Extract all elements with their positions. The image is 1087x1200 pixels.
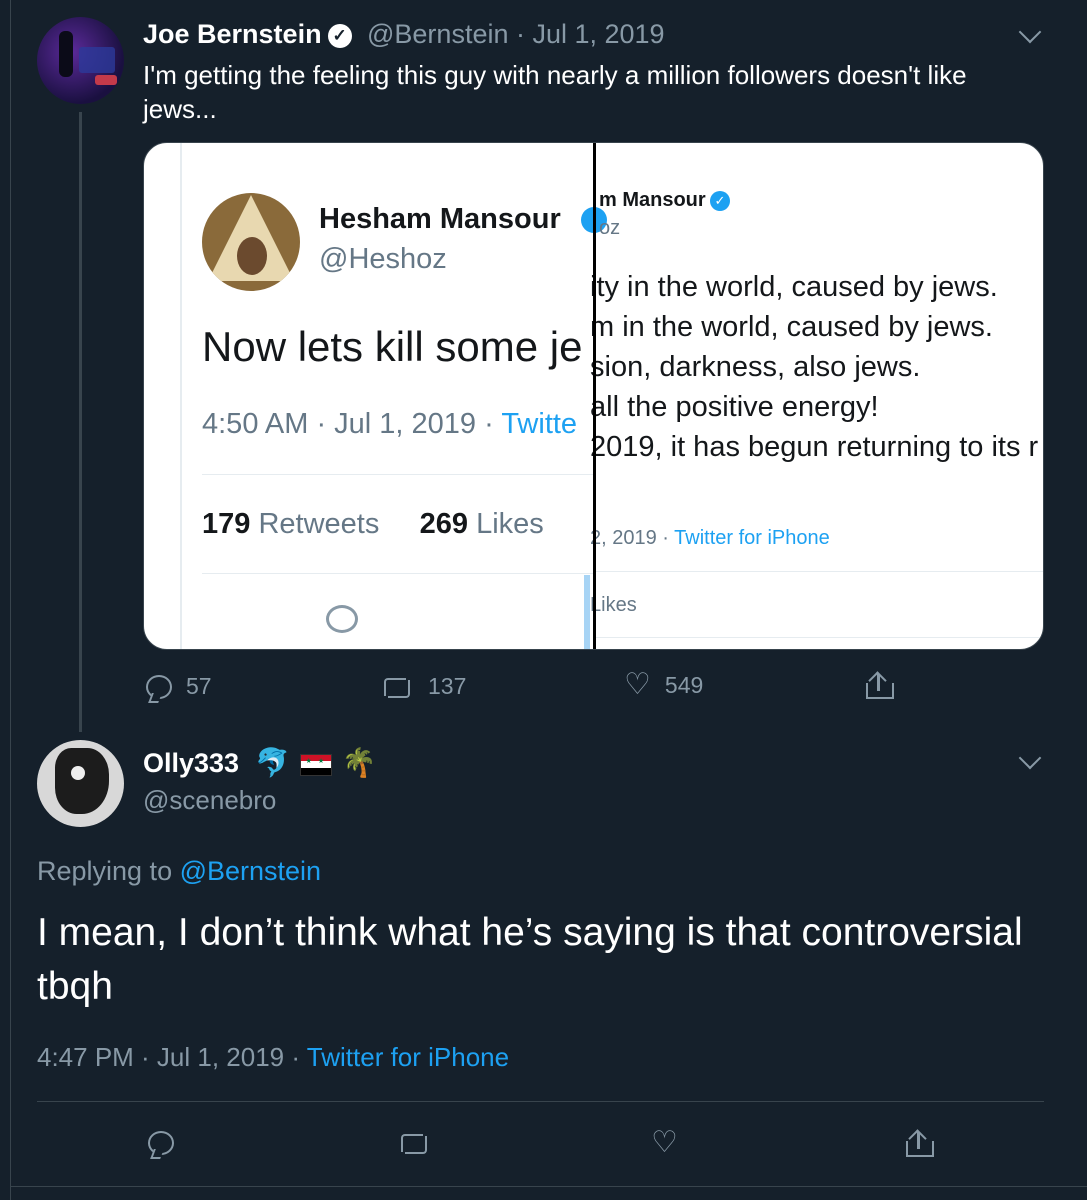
heart-icon: ♡: [624, 668, 651, 701]
avatar-figure: [59, 31, 73, 77]
embedded-right-text-line: 2019, it has begun returning to its r: [590, 431, 1039, 463]
reply-count: 57: [186, 673, 212, 699]
embedded-stats: 179 Retweets 269 Likes: [202, 508, 544, 541]
collage-divider: [593, 143, 596, 649]
dolphin-icon: 🐬: [255, 747, 290, 778]
embedded-reply-icon: [326, 605, 358, 633]
retweet-icon: [397, 1131, 431, 1155]
tweet-actions: 57 137 ♡ 549: [0, 670, 1087, 706]
embedded-right-timestamp: 2, 2019 · Twitter for iPhone: [590, 527, 830, 550]
heart-icon: ♡: [651, 1126, 678, 1159]
palm-tree-icon: 🌴: [341, 747, 377, 778]
embedded-retweets-count: 179: [202, 508, 251, 540]
avatar[interactable]: [37, 740, 124, 827]
screenshot-border: [180, 143, 182, 649]
embedded-right-verified-icon: ✓: [710, 191, 730, 211]
avatar[interactable]: [37, 17, 124, 104]
thread-connector-line: [79, 112, 82, 732]
share-button[interactable]: [864, 671, 894, 699]
avatar-face: [71, 766, 85, 780]
reply-icon: [146, 674, 172, 699]
avatar-light: [79, 47, 115, 73]
tweet-text: I'm getting the feeling this guy with ne…: [143, 60, 967, 124]
embedded-right-handle: oz: [599, 217, 621, 239]
share-button[interactable]: [904, 1129, 934, 1157]
syria-flag-icon: [299, 753, 332, 776]
like-button[interactable]: ♡: [651, 1128, 678, 1158]
embedded-right-text-line: sion, darkness, also jews.: [590, 351, 921, 383]
retweet-icon: [380, 675, 414, 699]
tweet-actions: ♡: [0, 1128, 1087, 1164]
reply-button[interactable]: [148, 1131, 174, 1155]
embedded-right-author-name: m Mansour: [599, 189, 706, 211]
replying-label: Replying to: [37, 856, 180, 886]
embedded-right-text-line: all the positive energy!: [590, 391, 879, 423]
embedded-right-divider: [596, 637, 1043, 638]
embedded-right-date: 2, 2019 ·: [590, 527, 675, 549]
name-emojis: 🐬 🌴: [255, 746, 376, 779]
tweet-text: I mean, I don’t think what he’s saying i…: [37, 911, 1023, 1008]
avatar-figure: [55, 748, 109, 814]
replying-mention-link[interactable]: @Bernstein: [180, 856, 321, 886]
tweet-author-name[interactable]: Olly333: [143, 748, 239, 779]
embedded-time-text: 4:50 AM · Jul 1, 2019 ·: [202, 408, 502, 440]
embedded-likes-label: Likes: [476, 508, 544, 540]
embedded-timestamp: 4:50 AM · Jul 1, 2019 · Twitte: [202, 408, 577, 441]
retweet-count: 137: [428, 673, 467, 699]
verified-icon: ✓: [327, 24, 352, 48]
divider: [37, 1101, 1044, 1102]
like-count: 549: [664, 671, 704, 698]
tweet-handle[interactable]: @scenebro: [143, 785, 276, 816]
embedded-right-source: Twitter for iPhone: [674, 527, 830, 549]
share-icon: [904, 1129, 934, 1157]
embedded-author-name: Hesham Mansour: [319, 203, 561, 235]
like-button[interactable]: ♡ 549: [624, 670, 703, 700]
embedded-likes-count: 269: [419, 508, 469, 540]
tweet-handle-date[interactable]: @Bernstein · Jul 1, 2019: [367, 19, 665, 50]
retweet-button[interactable]: 137: [380, 673, 466, 700]
timeline-left-border: [10, 0, 11, 1200]
retweet-button[interactable]: [397, 1131, 431, 1155]
embedded-right-divider: [596, 571, 1043, 572]
tweet-time[interactable]: 4:47 PM · Jul 1, 2019 ·: [37, 1042, 307, 1072]
embedded-right-text-line: ity in the world, caused by jews.: [590, 271, 998, 303]
tweet-author-name[interactable]: Joe Bernstein ✓: [143, 19, 352, 50]
embedded-handle: @Heshoz: [319, 243, 447, 275]
author-name-text: Joe Bernstein: [143, 19, 322, 49]
reply-button[interactable]: 57: [146, 673, 212, 700]
tweet-timestamp: 4:47 PM · Jul 1, 2019 · Twitter for iPho…: [37, 1042, 509, 1073]
chevron-down-icon[interactable]: [1018, 20, 1042, 44]
embedded-retweets-label: Retweets: [258, 508, 380, 540]
embedded-source: Twitte: [501, 408, 578, 440]
avatar-accent: [95, 75, 117, 85]
embedded-divider: [202, 573, 594, 574]
embedded-avatar: [202, 193, 300, 291]
tweet-media-image[interactable]: Hesham Mansour @Heshoz Now lets kill som…: [143, 142, 1044, 650]
tweet-source-link[interactable]: Twitter for iPhone: [307, 1042, 509, 1072]
reply-icon: [148, 1131, 174, 1155]
embedded-right-text-line: m in the world, caused by jews.: [590, 311, 993, 343]
embedded-divider: [202, 474, 594, 475]
avatar-face: [237, 237, 267, 275]
embedded-right-likes: Likes: [590, 594, 637, 616]
share-icon: [864, 671, 894, 699]
chevron-down-icon[interactable]: [1018, 746, 1042, 770]
timeline-bottom-border: [10, 1186, 1087, 1187]
embedded-tweet-text: Now lets kill some je: [202, 323, 583, 370]
replying-to: Replying to @Bernstein: [37, 856, 321, 887]
